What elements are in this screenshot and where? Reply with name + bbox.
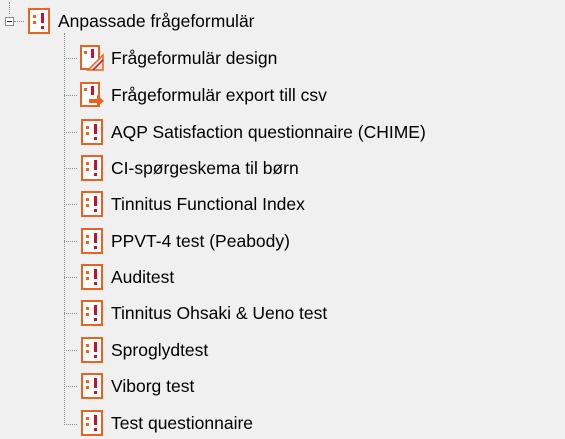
tree-node-auditest[interactable]: Auditest (79, 262, 174, 292)
collapse-toggle[interactable] (5, 17, 14, 26)
tree-node-aqp-satisfaction[interactable]: AQP Satisfaction questionnaire (CHIME) (79, 117, 426, 147)
tree-node-questionnaire-export[interactable]: Frågeformulär export till csv (79, 80, 327, 110)
tree-connector (64, 204, 77, 205)
tree-node-ppvt-4[interactable]: PPVT-4 test (Peabody) (79, 226, 290, 256)
tree-node-label: Frågeformulär export till csv (111, 85, 327, 105)
tree-node-ci-spoergeskema[interactable]: CI-spørgeskema til børn (79, 153, 299, 183)
tree-node-label: Frågeformulär design (111, 48, 278, 68)
tree-node-label: PPVT-4 test (Peabody) (111, 231, 290, 251)
tree-node-label: Test questionnaire (111, 413, 254, 433)
tree-node-tinnitus-ohsaki-ueno[interactable]: Tinnitus Ohsaki & Ueno test (79, 298, 327, 328)
tree-node-label: Anpassade frågeformulär (58, 11, 255, 31)
tree-connector (64, 424, 77, 425)
tree-connector (64, 277, 77, 278)
tree-node-label: AQP Satisfaction questionnaire (CHIME) (111, 122, 426, 142)
questionnaire-icon (28, 8, 50, 34)
tree-node-label: Viborg test (111, 376, 195, 396)
tree-connector (64, 58, 77, 59)
questionnaire-icon (81, 228, 103, 254)
questionnaire-tree: Anpassade frågeformulär Frågeformulär de… (0, 0, 565, 439)
questionnaire-icon (81, 410, 103, 436)
tree-node-label: Auditest (111, 267, 175, 287)
questionnaire-icon (81, 119, 103, 145)
tree-connector (64, 132, 77, 133)
tree-connector (64, 241, 77, 242)
tree-node-test-questionnaire[interactable]: Test questionnaire (79, 408, 253, 438)
tree-connector (64, 350, 77, 351)
tree-connector (64, 33, 65, 425)
tree-node-label: CI-spørgeskema til børn (111, 158, 299, 178)
questionnaire-icon (81, 155, 103, 181)
questionnaire-icon (81, 264, 103, 290)
tree-node-tinnitus-functional-index[interactable]: Tinnitus Functional Index (79, 189, 305, 219)
tree-connector (14, 21, 24, 22)
tree-node-questionnaire-design[interactable]: Frågeformulär design (79, 43, 277, 73)
tree-connector (64, 313, 77, 314)
tree-node-label: Tinnitus Ohsaki & Ueno test (111, 303, 328, 323)
tree-connector (64, 386, 77, 387)
tree-node-label: Tinnitus Functional Index (111, 194, 305, 214)
tree-node-viborg-test[interactable]: Viborg test (79, 371, 194, 401)
tree-connector (64, 95, 77, 96)
questionnaire-icon (81, 191, 103, 217)
tree-node-sproglydtest[interactable]: Sproglydtest (79, 335, 208, 365)
questionnaire-icon (81, 337, 103, 363)
questionnaire-icon (81, 300, 103, 326)
tree-node-root[interactable]: Anpassade frågeformulär (26, 6, 255, 36)
questionnaire-export-icon (80, 82, 104, 107)
tree-connector (9, 2, 10, 14)
tree-connector (64, 168, 77, 169)
minus-icon (7, 21, 12, 22)
questionnaire-design-icon (80, 45, 104, 71)
questionnaire-icon (81, 373, 103, 399)
tree-node-label: Sproglydtest (111, 340, 209, 360)
